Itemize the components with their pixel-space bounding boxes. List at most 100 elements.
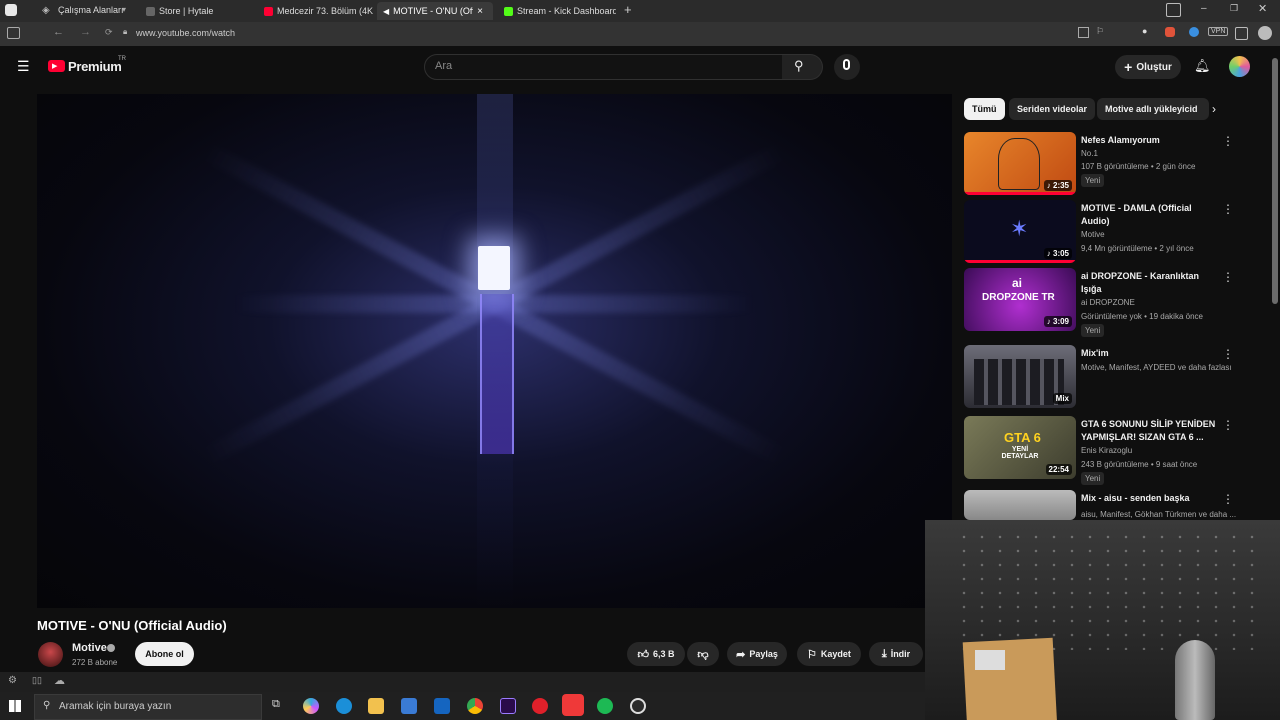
subscribe-button[interactable]: Abone ol [135, 642, 194, 666]
download-button[interactable]: ⤓ İndir [869, 642, 923, 666]
window-close-icon[interactable]: ✕ [1258, 2, 1267, 15]
minimize-icon[interactable]: – [1201, 3, 1207, 14]
recommendation-channel[interactable]: ai DROPZONE [1081, 298, 1135, 307]
taskbar-search-input[interactable]: ⚲ Aramak için buraya yazın [34, 694, 262, 720]
chrome-icon[interactable] [467, 698, 483, 714]
recommendation-channel[interactable]: Motive [1081, 230, 1105, 239]
windows-start-icon[interactable] [9, 700, 21, 712]
extension-globe-icon[interactable] [1189, 27, 1199, 37]
vivaldi-taskbar-icon[interactable] [562, 694, 584, 716]
video-player[interactable] [37, 94, 952, 608]
speaker-icon[interactable]: ◀ [383, 7, 389, 16]
chevron-right-icon[interactable]: › [1212, 102, 1216, 116]
store-icon[interactable] [401, 698, 417, 714]
voice-search-button[interactable] [834, 54, 860, 80]
bookmark-icon[interactable]: ⚐ [1096, 26, 1104, 37]
premium-logo-text[interactable]: Premium [68, 59, 122, 74]
recommendation-item[interactable]: Mix Mix'im Motive, Manifest, AYDEED ve d… [964, 345, 1236, 409]
more-options-icon[interactable]: ⋮ [1222, 202, 1234, 216]
more-options-icon[interactable]: ⋮ [1222, 418, 1234, 432]
recommendation-channel[interactable]: aisu, Manifest, Gökhan Türkmen ve daha .… [1081, 510, 1236, 519]
tab-kick-dashboard[interactable]: Stream - Kick Dashboard [498, 2, 616, 20]
recommendation-title[interactable]: Mix'im [1081, 347, 1221, 360]
save-button[interactable]: ⚐ Kaydet [797, 642, 861, 666]
reader-view-icon[interactable] [1078, 27, 1089, 38]
tab-motive-active[interactable]: ◀ MOTIVE - O'NU (Officia × [377, 2, 493, 20]
channel-name[interactable]: Motive [72, 642, 107, 654]
notifications-bell-icon[interactable]: 🔔︎ [1194, 58, 1211, 74]
mail-icon[interactable] [1166, 3, 1181, 17]
video-thumbnail[interactable]: ♪ 2:35 [964, 132, 1076, 195]
maximize-icon[interactable]: ❐ [1230, 3, 1238, 14]
recommendation-item[interactable]: ✶ ♪ 3:05 MOTIVE - DAMLA (Official Audio)… [964, 200, 1236, 264]
video-thumbnail[interactable]: GTA 6 YENİ DETAYLAR 22:54 [964, 416, 1076, 479]
hytale-favicon-icon [146, 6, 155, 16]
recommendation-channel[interactable]: No.1 [1081, 149, 1098, 158]
spotify-icon[interactable] [597, 698, 613, 714]
extension-shield-icon[interactable] [1165, 27, 1175, 37]
chip-series-videos[interactable]: Seriden videolar [1009, 98, 1096, 120]
account-avatar[interactable] [1229, 56, 1250, 77]
tiling-icon[interactable]: ▯▯ [32, 675, 42, 686]
sidebar-toggle-icon[interactable] [7, 27, 20, 39]
file-explorer-icon[interactable] [368, 698, 384, 714]
recommendation-item[interactable]: ai DROPZONE TR ♪ 3:09 ai DROPZONE - Kara… [964, 268, 1236, 337]
recommendation-channel[interactable]: Motive, Manifest, AYDEED ve daha fazlası [1081, 363, 1232, 372]
extension-dot-icon[interactable]: ● [1142, 26, 1147, 36]
recommendation-title[interactable]: Mix - aisu - senden başka [1081, 492, 1221, 505]
more-options-icon[interactable]: ⋮ [1222, 134, 1234, 148]
video-thumbnail[interactable] [964, 490, 1076, 520]
forward-arrow-icon[interactable]: → [80, 26, 91, 38]
premiere-pro-icon[interactable] [500, 698, 516, 714]
extensions-icon[interactable] [1235, 27, 1248, 40]
search-input[interactable]: Ara [424, 54, 784, 80]
search-button[interactable]: ⚲ [782, 54, 823, 80]
edge-icon[interactable] [336, 698, 352, 714]
recommendation-channel[interactable]: Enis Kirazoglu [1081, 446, 1132, 455]
outlook-icon[interactable] [434, 698, 450, 714]
tab-medcezir[interactable]: Medcezir 73. Bölüm (4K) - Y [258, 2, 373, 20]
obs-icon[interactable] [630, 698, 646, 714]
more-options-icon[interactable]: ⋮ [1222, 492, 1234, 506]
copilot-icon[interactable] [303, 698, 319, 714]
cloud-icon[interactable]: ☁ [54, 674, 65, 687]
recommendation-title[interactable]: ai DROPZONE - Karanlıktan Işığa [1081, 270, 1221, 296]
video-thumbnail[interactable]: Mix [964, 345, 1076, 408]
opera-icon[interactable] [532, 698, 548, 714]
video-thumbnail[interactable]: ✶ ♪ 3:05 [964, 200, 1076, 263]
page-scrollbar[interactable] [1272, 58, 1278, 304]
group-photo [974, 359, 1064, 405]
recommendation-item[interactable]: ♪ 2:35 Nefes Alamıyorum No.1 107 B görün… [964, 132, 1236, 196]
create-button[interactable]: + Oluştur [1115, 55, 1181, 79]
tab-close-icon[interactable]: × [477, 6, 483, 17]
thumbs-up-icon: 👍︎ [637, 648, 649, 661]
reload-icon[interactable]: ⟳ [105, 27, 113, 38]
chip-all[interactable]: Tümü [964, 98, 1005, 120]
chevron-down-icon[interactable]: ▾ [122, 5, 126, 14]
recommendation-title[interactable]: Nefes Alamıyorum [1081, 134, 1221, 147]
recommendation-title[interactable]: MOTIVE - DAMLA (Official Audio) [1081, 202, 1221, 228]
hamburger-menu-icon[interactable]: ☰ [17, 58, 30, 75]
tab-store-hytale[interactable]: Store | Hytale [140, 2, 254, 20]
vpn-button[interactable]: VPN [1208, 27, 1229, 36]
browser-tab-bar: ◈ Çalışma Alanları ▾ Store | Hytale Medc… [0, 0, 1280, 22]
url-field[interactable]: www.youtube.com/watch [136, 28, 235, 38]
task-view-icon[interactable]: ⧉ [272, 698, 280, 711]
dislike-button[interactable]: 👎︎ [687, 642, 719, 666]
chip-uploader[interactable]: Motive adlı yükleyicid [1097, 98, 1209, 120]
share-button[interactable]: ➦ Paylaş [727, 642, 787, 666]
settings-gear-icon[interactable]: ⚙ [8, 675, 17, 686]
recommendation-title[interactable]: GTA 6 SONUNU SİLİP YENİDEN YAPMIŞLAR! SI… [1081, 418, 1221, 444]
like-button[interactable]: 👍︎ 6,3 B [627, 642, 685, 666]
video-thumbnail[interactable]: ai DROPZONE TR ♪ 3:09 [964, 268, 1076, 331]
workspaces-label[interactable]: Çalışma Alanları [58, 5, 124, 15]
new-tab-plus-icon[interactable]: + [624, 2, 632, 17]
back-arrow-icon[interactable]: ← [53, 26, 64, 38]
new-badge: Yeni [1081, 174, 1105, 187]
profile-avatar[interactable] [1258, 26, 1272, 40]
more-options-icon[interactable]: ⋮ [1222, 347, 1234, 361]
vivaldi-logo-icon[interactable] [5, 4, 17, 16]
recommendation-item[interactable]: GTA 6 YENİ DETAYLAR 22:54 GTA 6 SONUNU S… [964, 416, 1236, 485]
channel-avatar[interactable] [38, 642, 63, 667]
more-options-icon[interactable]: ⋮ [1222, 270, 1234, 284]
